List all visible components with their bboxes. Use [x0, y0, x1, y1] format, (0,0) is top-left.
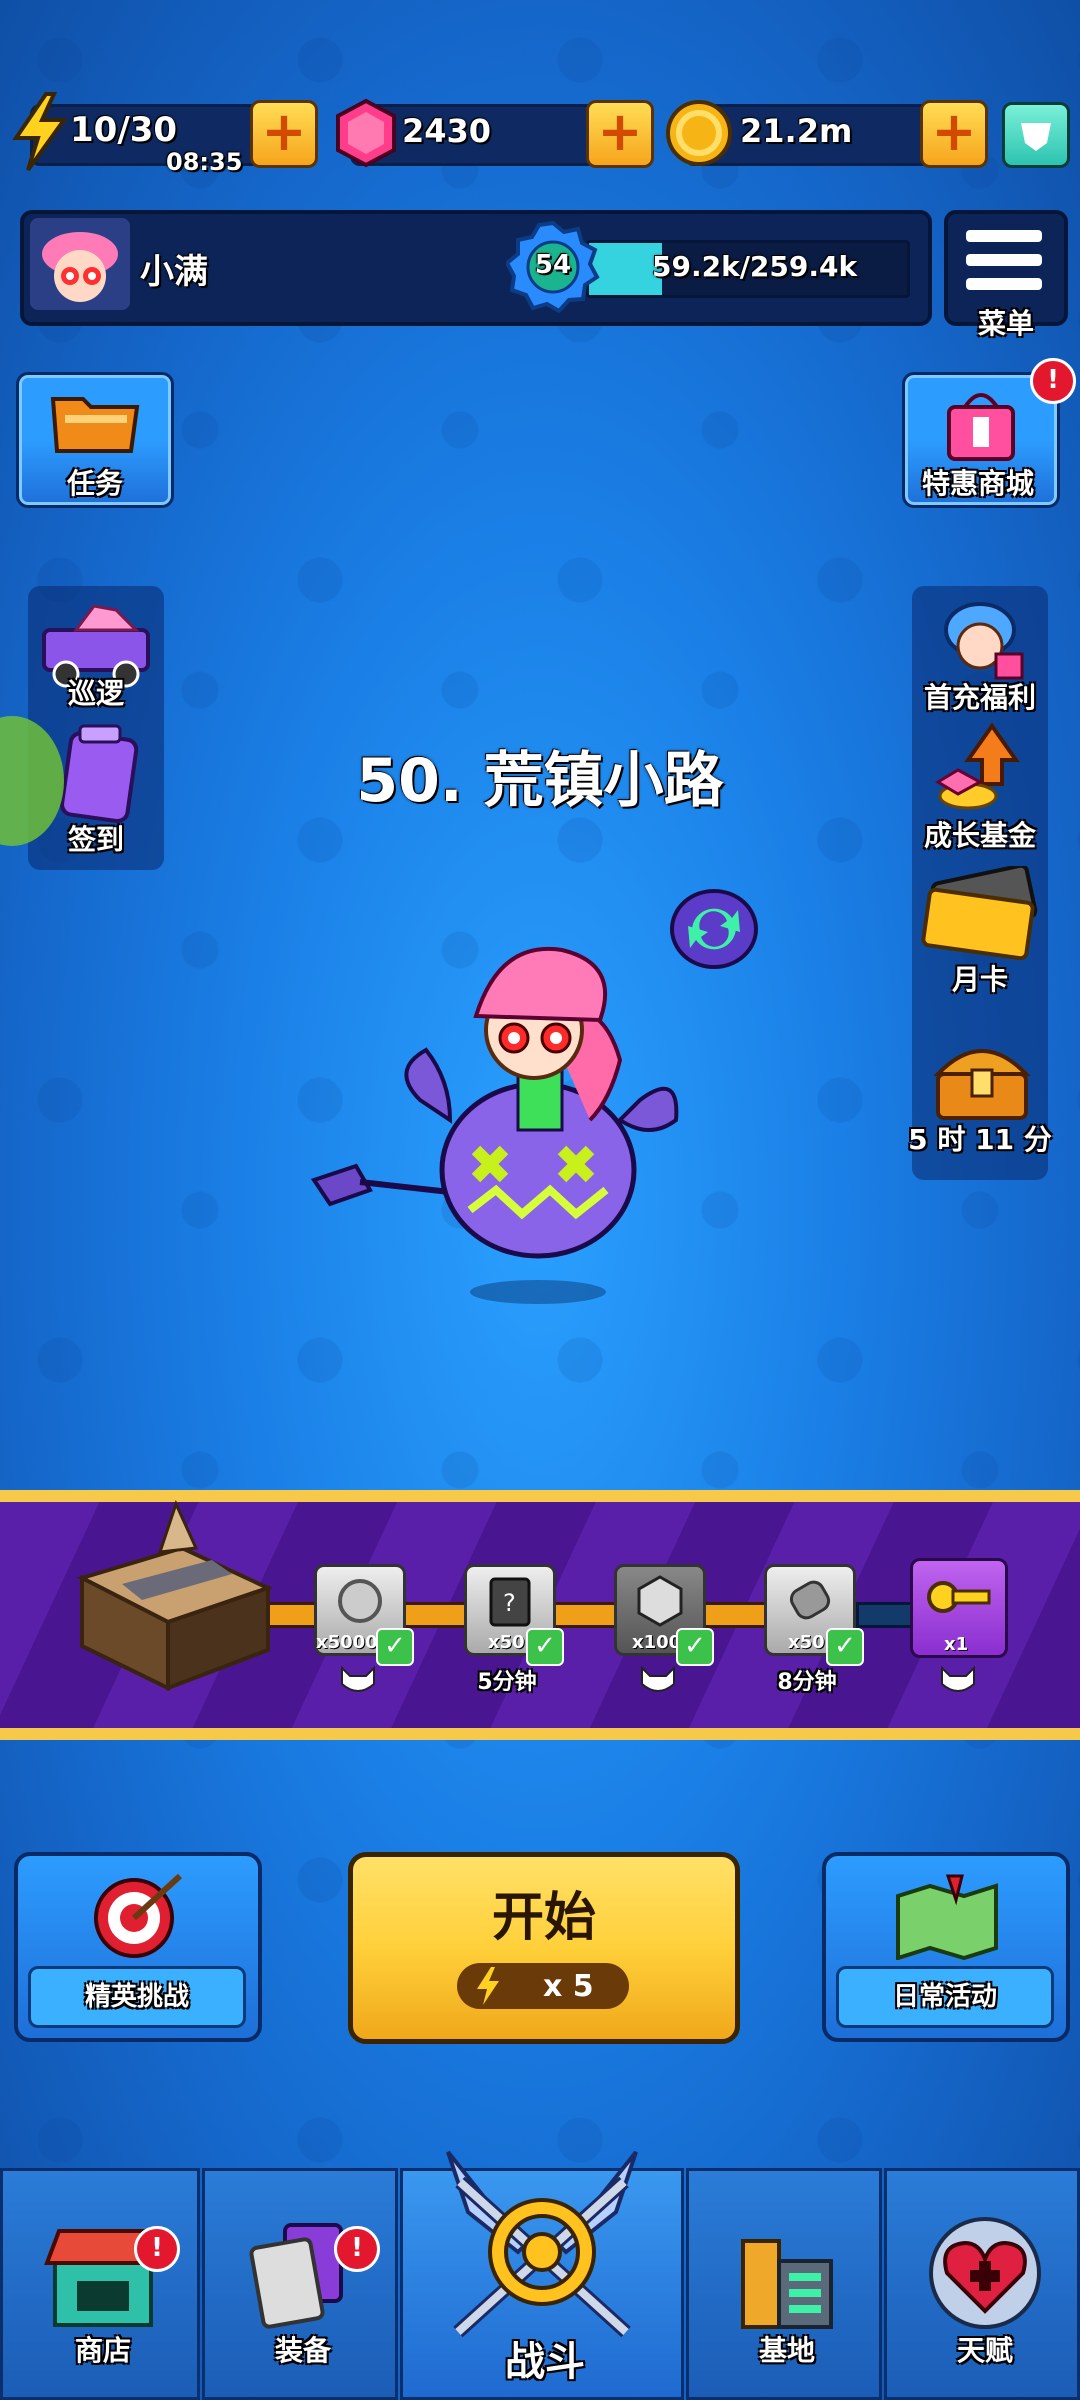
stage-island-icon[interactable] [72, 1498, 272, 1694]
nav-equipment[interactable]: 装备 [202, 2168, 398, 2400]
shield-button[interactable] [1002, 102, 1070, 168]
base-building-icon [741, 2239, 833, 2329]
player-name: 小满 [140, 252, 208, 292]
nav-base[interactable]: 基地 [686, 2168, 882, 2400]
energy-value: 10/30 [70, 110, 178, 150]
check-icon: ✓ [676, 1628, 714, 1666]
gem-icon [336, 98, 396, 168]
lightning-icon [12, 92, 68, 172]
special-shop-label: 特惠商城 [921, 467, 1034, 500]
key-icon [927, 1581, 991, 1613]
daily-activity-label: 日常活动 [892, 1982, 997, 2012]
gear-token-icon [338, 1579, 382, 1623]
energy-timer: 08:35 [166, 148, 243, 176]
monthly-card-label: 月卡 [951, 963, 1008, 996]
menu-label: 菜单 [977, 307, 1034, 340]
chest-timer: 5 时 11 分 [908, 1123, 1052, 1156]
nav-talent-label: 天赋 [956, 2334, 1013, 2367]
plus-icon: + [597, 100, 643, 163]
boss-skull-icon [941, 1666, 975, 1692]
monthly-card-icon[interactable] [918, 866, 1042, 960]
nav-base-label: 基地 [758, 2334, 815, 2367]
shield-icon [1021, 123, 1051, 151]
metal-bar-icon [789, 1580, 831, 1620]
boss-skull-icon [641, 1666, 675, 1692]
reward-qty-5: x1 [944, 1634, 969, 1655]
avatar[interactable] [30, 218, 130, 310]
shop-alert-badge: ! [1030, 358, 1076, 404]
heart-icon [929, 2217, 1041, 2329]
nav-talent[interactable]: 天赋 [884, 2168, 1080, 2400]
plus-icon: + [931, 100, 977, 163]
reward-qty-4: x50 [788, 1632, 825, 1653]
check-icon: ✓ [376, 1628, 414, 1666]
plus-icon: + [261, 100, 307, 163]
coin-icon [666, 100, 732, 166]
reward-qty-1: x5000 [316, 1632, 378, 1653]
reward-time-2: 5分钟 [477, 1670, 537, 1695]
equip-alert-badge: ! [334, 2226, 380, 2272]
check-icon: ✓ [526, 1628, 564, 1666]
folder-icon [50, 397, 140, 453]
add-coins-button[interactable]: + [920, 100, 988, 168]
add-energy-button[interactable]: + [250, 100, 318, 168]
gems-value: 2430 [402, 112, 492, 150]
nav-shop-label: 商店 [74, 2334, 131, 2367]
check-icon: ✓ [826, 1628, 864, 1666]
svg-text:?: ? [503, 1589, 516, 1617]
growth-fund-label: 成长基金 [923, 819, 1036, 852]
patrol-label: 巡逻 [67, 677, 124, 710]
start-label: 开始 [491, 1888, 596, 1948]
first-recharge-label: 首充福利 [923, 681, 1036, 714]
crossed-swords-icon [446, 2150, 638, 2338]
elite-challenge-label: 精英挑战 [84, 1982, 189, 2012]
target-icon [94, 1873, 183, 1958]
avatar-portrait [42, 232, 118, 302]
ticket-icon: ? [489, 1577, 531, 1627]
gift-bag-icon [947, 393, 1015, 461]
add-gems-button[interactable]: + [586, 100, 654, 168]
exp-text: 59.2k/259.4k [652, 250, 858, 283]
tasks-label: 任务 [66, 467, 123, 500]
stage-title: 50. 荒镇小路 [356, 746, 724, 816]
player-level: 54 [534, 250, 572, 280]
player-character [310, 946, 679, 1304]
nav-shop[interactable]: 商店 [0, 2168, 200, 2400]
nav-equipment-label: 装备 [274, 2334, 331, 2367]
coins-value: 21.2m [740, 112, 853, 150]
energy-cost: x 5 [543, 1969, 594, 2004]
reward-qty-3: x100 [632, 1632, 682, 1653]
first-recharge-icon[interactable] [930, 600, 1030, 684]
hexagon-ore-icon [637, 1575, 683, 1627]
elite-challenge-button[interactable]: 精英挑战 [14, 1852, 262, 2042]
reward-time-4: 8分钟 [777, 1670, 837, 1695]
treasure-chest-icon[interactable] [930, 1034, 1034, 1124]
start-button[interactable]: 开始 x 5 [348, 1852, 740, 2044]
reward-qty-2: x50 [488, 1632, 525, 1653]
shop-nav-alert-badge: ! [134, 2226, 180, 2272]
boss-skull-icon [341, 1666, 375, 1692]
map-icon [896, 1874, 998, 1960]
reward-track-remaining [856, 1602, 914, 1628]
lightning-icon [477, 1967, 499, 2005]
daily-activity-button[interactable]: 日常活动 [822, 1852, 1070, 2042]
